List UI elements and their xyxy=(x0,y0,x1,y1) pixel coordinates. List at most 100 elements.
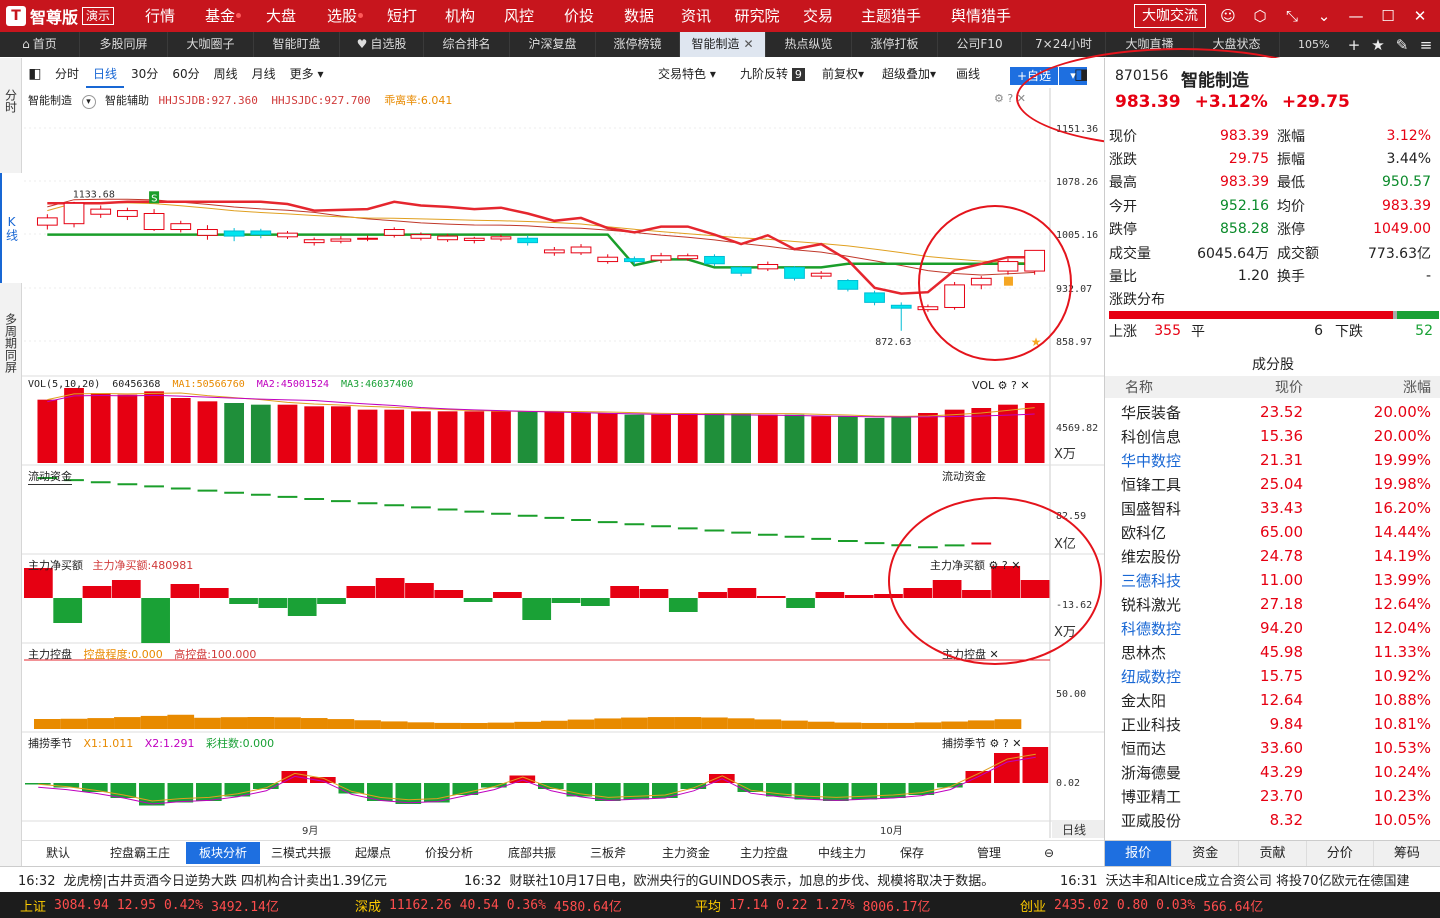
overlay-menu[interactable]: 超级叠加▾ xyxy=(882,60,936,88)
constituent-row[interactable]: 正业科技 9.84 10.81% xyxy=(1105,712,1440,736)
tab-7[interactable]: 涨停榜镜 xyxy=(596,32,680,57)
indicator-tab-11[interactable]: 保存 xyxy=(882,842,942,864)
index-item[interactable]: 平均 17.14 0.22 1.27% 8006.17亿 xyxy=(675,896,1000,915)
chevron-down-icon[interactable]: ▾ xyxy=(81,95,96,109)
index-item[interactable]: 深成 11162.26 40.54 0.36% 4580.64亿 xyxy=(335,896,675,915)
constituent-name[interactable]: 华中数控 xyxy=(1105,450,1235,471)
tab-6[interactable]: 沪深复盘 xyxy=(510,32,596,57)
constituent-name[interactable]: 纽威数控 xyxy=(1105,666,1235,687)
quote-tab-4[interactable]: 筹码 xyxy=(1374,841,1440,866)
indicator-tab-10[interactable]: 中线主力 xyxy=(802,842,882,864)
news-item[interactable]: 16:31 沃达丰和Altice成立合资公司 将投70亿欧元在德国建 xyxy=(1042,870,1440,889)
indicator-tab-4[interactable]: 起爆点 xyxy=(342,842,404,864)
indicator-tab-8[interactable]: 主力资金 xyxy=(646,842,726,864)
indicator-tab-12[interactable]: 管理 xyxy=(942,842,1036,864)
constituent-row[interactable]: 锐科激光 27.18 12.64% xyxy=(1105,592,1440,616)
menu-item-8[interactable]: 数据 xyxy=(610,0,668,32)
period-0[interactable]: 分时 xyxy=(48,60,86,88)
fuquan-menu[interactable]: 前复权▾ xyxy=(822,60,864,88)
news-item[interactable]: 16:32 财联社10月17日电，欧洲央行的GUINDOS表示，加息的步伐、规模将… xyxy=(446,870,1042,889)
rail-intraday[interactable]: 分时 xyxy=(0,66,22,136)
maximize-icon[interactable]: ☐ xyxy=(1372,7,1404,25)
period-6[interactable]: 更多 ▾ xyxy=(283,60,331,88)
net-name[interactable]: 主力净买额 xyxy=(28,559,83,572)
tab-5[interactable]: 综合排名 xyxy=(424,32,510,57)
tab-11[interactable]: 公司F10 xyxy=(938,32,1022,57)
tab-2[interactable]: 大咖圈子 xyxy=(168,32,254,57)
col-change[interactable]: 涨幅 xyxy=(1303,377,1431,397)
col-name[interactable]: 名称 xyxy=(1105,377,1235,397)
indicator-tab-6[interactable]: 底部共振 xyxy=(494,842,570,864)
period-2[interactable]: 30分 xyxy=(124,60,165,88)
indicator-tab-7[interactable]: 三板斧 xyxy=(570,842,646,864)
constituent-row[interactable]: 国盛智科 33.43 16.20% xyxy=(1105,496,1440,520)
news-item[interactable]: 16:32 龙虎榜|古井贡酒今日逆势大跌 四机构合计卖出1.39亿元 xyxy=(0,870,446,889)
menu-item-7[interactable]: 价投 xyxy=(548,0,610,32)
period-1[interactable]: 日线 xyxy=(86,60,125,88)
tab-8[interactable]: 智能制造 ✕ xyxy=(680,32,766,57)
season-name[interactable]: 捕捞季节 xyxy=(28,737,72,750)
tab-12[interactable]: 7×24小时 xyxy=(1022,32,1106,57)
shrink-icon[interactable]: ⤡ xyxy=(1276,7,1308,25)
tab-4[interactable]: ♥ 自选股 xyxy=(340,32,424,57)
menu-item-9[interactable]: 资讯 xyxy=(668,0,724,32)
indicator-tab-2[interactable]: 板块分析 xyxy=(186,841,260,864)
constituent-row[interactable]: 维宏股份 24.78 14.19% xyxy=(1105,544,1440,568)
indicator-tab-9[interactable]: 主力控盘 xyxy=(726,842,802,864)
constituent-row[interactable]: 欧科亿 65.00 14.44% xyxy=(1105,520,1440,544)
indicator-tab-3[interactable]: 三模式共振 xyxy=(260,842,342,864)
quote-tab-0[interactable]: 报价 xyxy=(1105,841,1173,866)
kline-chart[interactable]: 1133.68872.63S★1151.361078.261005.16932.… xyxy=(22,88,1104,838)
quote-tab-3[interactable]: 分价 xyxy=(1307,841,1374,866)
tab-1[interactable]: 多股同屏 xyxy=(80,32,168,57)
constituent-row[interactable]: 科德数控 94.20 12.04% xyxy=(1105,616,1440,640)
indicator-tab-5[interactable]: 价投分析 xyxy=(404,842,494,864)
menu-item-13[interactable]: 舆情猎手 xyxy=(936,0,1026,32)
settings-icon[interactable]: ⚙ xyxy=(998,379,1008,392)
panel-toggle-icon[interactable]: ◧ xyxy=(22,66,48,82)
menu-item-3[interactable]: 选股 xyxy=(310,0,374,32)
app-logo[interactable]: T 智尊版 演示 xyxy=(0,0,132,32)
user-icon[interactable]: ☺ xyxy=(1212,7,1244,25)
aux-indicator-name[interactable]: 智能辅助 xyxy=(105,94,149,107)
zoom-level[interactable]: 105% xyxy=(1298,32,1329,57)
menu-item-2[interactable]: 大盘 xyxy=(252,0,310,32)
indicator-tab-0[interactable]: 默认 xyxy=(22,842,94,864)
constituent-row[interactable]: 华辰装备 23.52 20.00% xyxy=(1105,400,1440,424)
tab-3[interactable]: 智能盯盘 xyxy=(254,32,340,57)
help-icon[interactable]: ? xyxy=(1011,379,1017,392)
menu-item-4[interactable]: 短打 xyxy=(374,0,430,32)
rail-multi-period[interactable]: 多周期同屏 xyxy=(0,298,22,388)
menu-item-5[interactable]: 机构 xyxy=(430,0,490,32)
settings-icon[interactable]: ⬡ xyxy=(1244,7,1276,25)
collapse-icon[interactable]: ⊖ xyxy=(1044,846,1054,860)
menu-item-0[interactable]: 行情 xyxy=(132,0,188,32)
constituent-row[interactable]: 浙海德曼 43.29 10.24% xyxy=(1105,760,1440,784)
quote-tab-2[interactable]: 贡献 xyxy=(1239,841,1307,866)
dakajiaoliu-button[interactable]: 大咖交流 xyxy=(1134,4,1206,28)
menu-item-1[interactable]: 基金 xyxy=(188,0,252,32)
liquid-pane-label[interactable]: 流动资金 xyxy=(28,468,72,485)
constituent-row[interactable]: 纽威数控 15.75 10.92% xyxy=(1105,664,1440,688)
col-price[interactable]: 现价 xyxy=(1235,377,1303,397)
menu-icon[interactable]: ≡ xyxy=(1414,36,1438,54)
constituent-row[interactable]: 亚威股份 8.32 10.05% xyxy=(1105,808,1440,832)
plus-icon[interactable]: + xyxy=(1342,36,1366,54)
close-icon[interactable]: ✕ xyxy=(1020,379,1029,392)
jiujie-button[interactable]: 九阶反转 9 xyxy=(740,60,805,88)
constituent-row[interactable]: 博亚精工 23.70 10.23% xyxy=(1105,784,1440,808)
tab-10[interactable]: 涨停打板 xyxy=(852,32,938,57)
tab-0[interactable]: ⌂ 首页 xyxy=(0,32,80,57)
period-5[interactable]: 月线 xyxy=(245,60,283,88)
menu-item-12[interactable]: 主题猎手 xyxy=(846,0,936,32)
constituent-row[interactable]: 三德科技 11.00 13.99% xyxy=(1105,568,1440,592)
constituent-name[interactable]: 三德科技 xyxy=(1105,570,1235,591)
period-3[interactable]: 60分 xyxy=(165,60,206,88)
close-icon[interactable]: ✕ xyxy=(1012,737,1021,750)
index-item[interactable]: 上证 3084.94 12.95 0.42% 3492.14亿 xyxy=(0,896,335,915)
help-icon[interactable]: ? xyxy=(1003,737,1009,750)
menu-item-6[interactable]: 风控 xyxy=(490,0,548,32)
settings-icon[interactable]: ⚙ xyxy=(994,92,1004,105)
indicator-tab-1[interactable]: 控盘霸王庄 xyxy=(94,842,186,864)
tab-9[interactable]: 热点纵览 xyxy=(766,32,852,57)
